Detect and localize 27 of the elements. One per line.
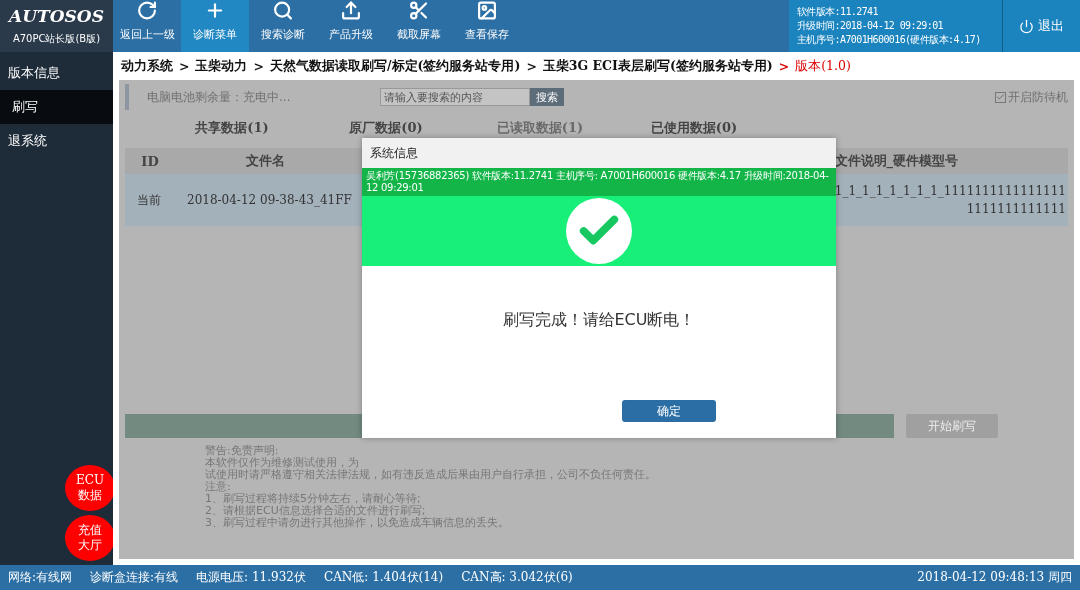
info-line: 软件版本:11.2741 [797,5,879,19]
edition-label: A70PC站长版(B版) [12,32,101,46]
battery-status: 电脑电池剩余量：充电中... [147,88,291,106]
dialog-message: 刷写完成！请给ECU断电！ [501,310,697,331]
breadcrumb-separator: > [253,58,264,74]
dialog-info: 吴利芳(15736882365) 软件版本:11.2741 主机序号: A7001H600016 硬件版本:4.17 升级时间:2018-04-12 09:29:01 [362,168,836,196]
table-cell-text: 当前 [136,191,162,209]
status-datetime: 2018-04-12 09:48:13 周四 [917,569,1072,586]
dialog-title: 系统信息 [362,138,836,168]
status-item: CAN高: 3.042伏(6) [461,569,573,586]
column-header: ID [140,153,160,169]
checkbox-label: 开启防待机 [1008,88,1068,106]
info-line: 升级时间:2018-04-12 09:29:01 [797,19,944,33]
info-line: 主机序号:A7001H600016(硬件版本:4.17) [797,33,982,47]
status-item: CAN低: 1.404伏(14) [323,569,444,586]
status-item: 电源电压: 11.932伏 [196,569,306,586]
status-item: 诊断盒连接:有线 [90,569,179,586]
status-item: 网络:有线网 [8,569,73,586]
breadcrumb-separator: > [778,58,790,74]
table-cell-text: 2018-04-12 09-38-43_41FF [186,193,353,207]
table-cell: 1111111111111 [966,202,1066,216]
breadcrumb-current: 版本(1.0) [795,57,851,75]
column-header: 文件名 [244,152,286,170]
table-cell: 1_1_1_1_1_1_1_1_1111111111111111 [834,184,1066,198]
breadcrumb-separator: > [526,58,537,74]
logo: AUTOSOS [9,6,104,26]
breadcrumb-separator: > [179,58,190,74]
